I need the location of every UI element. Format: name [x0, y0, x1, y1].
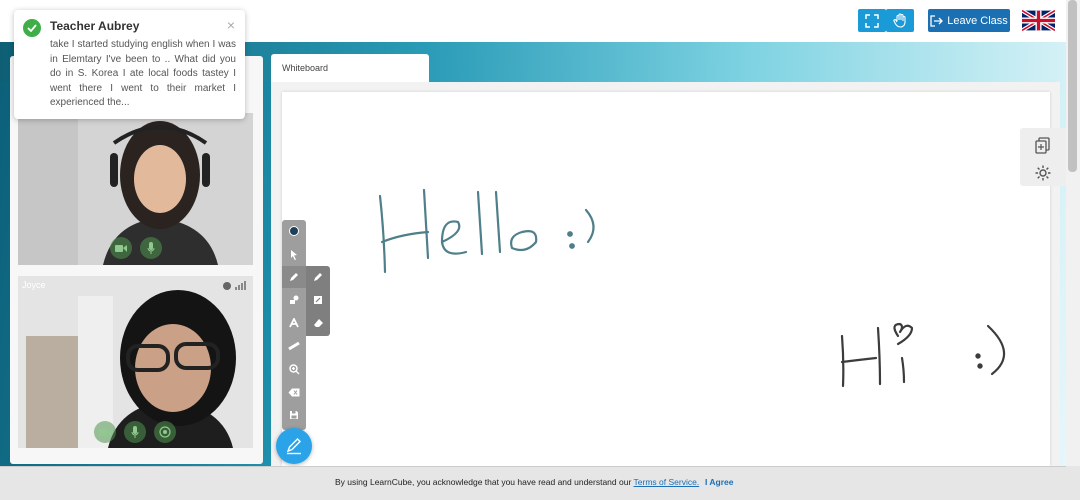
cursor-arrow-icon [290, 249, 297, 260]
agree-button[interactable]: I Agree [705, 477, 734, 487]
teacher-video-controls [110, 237, 162, 259]
copy-page-icon[interactable] [1034, 136, 1052, 154]
subtool-highlighter[interactable] [306, 289, 330, 311]
chat-notification[interactable]: Teacher Aubrey × take I started studying… [14, 10, 245, 119]
uk-flag-icon[interactable] [1022, 10, 1055, 31]
clear-tool[interactable] [282, 381, 306, 403]
pencil-subtools [306, 266, 330, 336]
camera-icon [115, 244, 127, 252]
notification-title: Teacher Aubrey [50, 19, 140, 33]
subtool-pencil[interactable] [306, 266, 330, 288]
close-icon[interactable]: × [227, 18, 235, 32]
stroke-hi [840, 322, 1006, 388]
camera-icon [99, 428, 111, 436]
pencil-tool[interactable] [282, 266, 306, 288]
student-video: Joyce [18, 276, 253, 448]
teacher-video [18, 113, 253, 265]
shapes-icon [289, 295, 298, 304]
fullscreen-button[interactable] [858, 9, 886, 32]
stroke-hello [378, 188, 595, 274]
microphone-icon [131, 426, 139, 438]
color-picker-tool[interactable] [282, 220, 306, 242]
zoom-tool[interactable] [282, 358, 306, 380]
line-tool[interactable] [282, 335, 306, 357]
leave-class-button[interactable]: Leave Class [928, 9, 1010, 32]
tab-whiteboard[interactable]: Whiteboard [271, 54, 429, 82]
exit-icon [930, 14, 944, 27]
whiteboard-drawing [378, 188, 1006, 388]
tab-whiteboard-label: Whiteboard [282, 63, 329, 73]
student-screen-share-button[interactable] [154, 421, 176, 443]
signal-bars-icon [235, 281, 246, 290]
pencil-icon [290, 273, 298, 281]
teacher-camera-button[interactable] [110, 237, 132, 259]
screen-share-icon [159, 426, 171, 438]
highlighter-square-icon [314, 296, 322, 304]
teacher-mic-button[interactable] [140, 237, 162, 259]
student-name-label: Joyce [22, 280, 46, 290]
student-video-controls [94, 421, 176, 443]
save-icon [290, 411, 298, 419]
zoom-in-icon [288, 363, 299, 374]
cookie-consent-bar: By using LearnCube, you acknowledge that… [0, 466, 1066, 500]
fullscreen-icon [865, 13, 879, 28]
backspace-icon [288, 388, 300, 396]
ruler-icon [288, 341, 300, 351]
subtool-eraser[interactable] [306, 312, 330, 334]
pen-edit-icon [286, 438, 301, 455]
text-icon [289, 318, 299, 328]
student-signal-indicator [223, 281, 247, 290]
draw-mode-button[interactable] [276, 428, 312, 464]
whiteboard-toolbar [282, 220, 306, 430]
student-camera-button[interactable] [94, 421, 116, 443]
raise-hand-button[interactable] [886, 9, 914, 32]
cookie-message: By using LearnCube, you acknowledge that… [335, 477, 699, 487]
cookie-message-text: By using LearnCube, you acknowledge that… [335, 477, 632, 487]
side-tools-panel [1020, 128, 1066, 186]
select-tool[interactable] [282, 243, 306, 265]
scrollbar-corner [1066, 466, 1080, 500]
raise-hand-icon [892, 13, 906, 28]
check-circle-icon [23, 19, 41, 37]
save-tool[interactable] [282, 404, 306, 426]
terms-of-service-link[interactable]: Terms of Service. [634, 477, 700, 487]
settings-gear-icon[interactable] [1034, 164, 1052, 182]
text-tool[interactable] [282, 312, 306, 334]
eraser-icon [313, 319, 323, 327]
student-mic-button[interactable] [124, 421, 146, 443]
scrollbar-thumb[interactable] [1068, 0, 1077, 172]
microphone-icon [147, 242, 155, 254]
notification-message: take I started studying english when I w… [50, 39, 236, 108]
shapes-tool[interactable] [282, 289, 306, 311]
leave-class-label: Leave Class [947, 14, 1008, 27]
color-dot-icon [289, 226, 299, 236]
pencil-icon [314, 273, 322, 281]
record-dot-icon [223, 281, 231, 290]
